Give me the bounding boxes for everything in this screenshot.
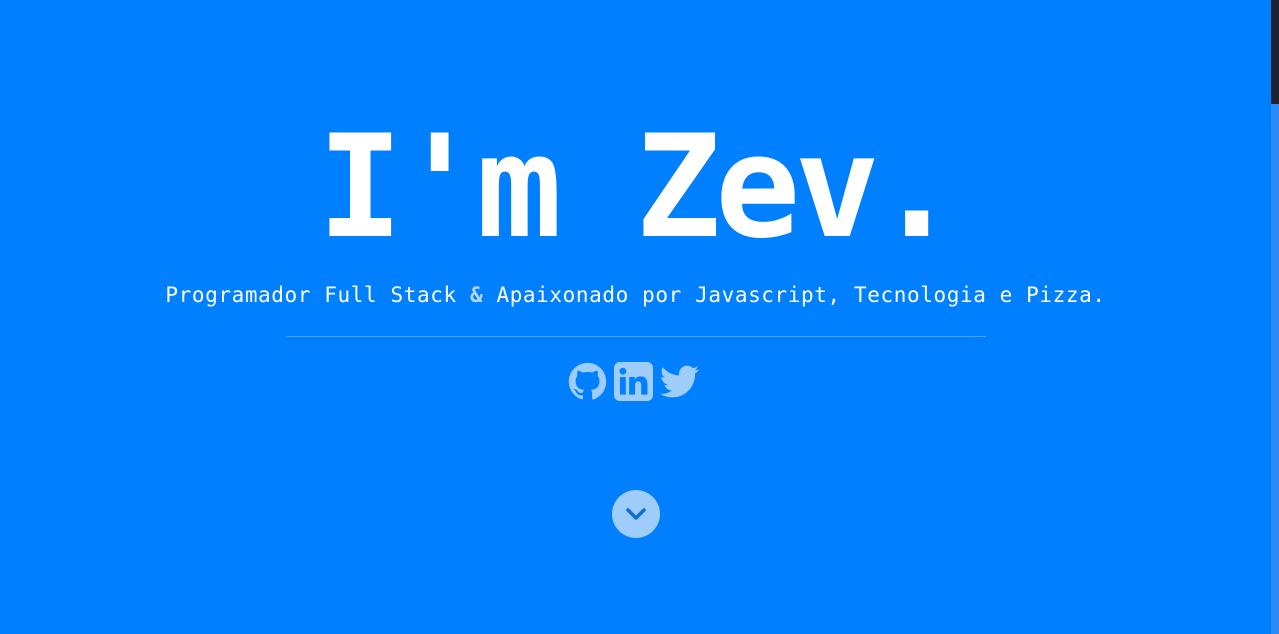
twitter-icon (660, 365, 699, 397)
scrollbar[interactable] (1271, 0, 1279, 634)
hero-title: I'm Zev. (317, 105, 960, 270)
linkedin-link[interactable] (614, 361, 653, 401)
twitter-link[interactable] (660, 362, 699, 401)
linkedin-icon (614, 361, 653, 401)
hero-section: I'm Zev. Programador Full Stack & Apaixo… (0, 0, 1271, 634)
scrollbar-thumb[interactable] (1271, 0, 1279, 104)
github-icon (568, 362, 607, 400)
subtitle-text-start: Programador Full Stack (165, 283, 470, 307)
social-links (568, 361, 700, 401)
chevron-down-icon (626, 508, 646, 520)
github-link[interactable] (568, 362, 607, 401)
scroll-down-button[interactable] (612, 490, 660, 538)
hero-subtitle: Programador Full Stack & Apaixonado por … (0, 281, 1271, 309)
divider (286, 336, 986, 337)
subtitle-text-end: Apaixonado por Javascript, Tecnologia e … (483, 283, 1106, 307)
subtitle-ampersand: & (469, 283, 484, 307)
